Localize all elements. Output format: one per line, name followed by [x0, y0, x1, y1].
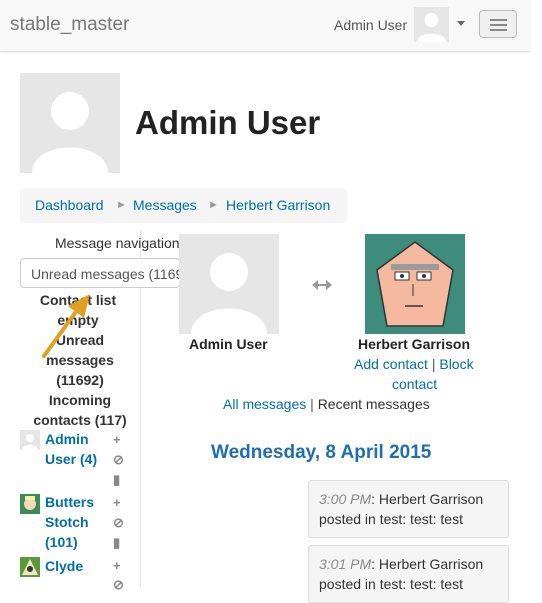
chevron-down-icon[interactable]	[457, 21, 465, 26]
default-user-icon	[179, 234, 279, 334]
hamburger-menu-button[interactable]	[479, 10, 517, 38]
message-icon[interactable]: ▮	[113, 472, 120, 488]
right-user-name: Herbert Garrison	[358, 336, 471, 352]
default-user-icon	[414, 7, 449, 42]
contact-butters-stotch[interactable]: Butters Stotch (101)	[45, 492, 105, 552]
block-contact-link-part1[interactable]: Block	[439, 356, 473, 372]
incoming-contacts-label: Incoming contacts (117)	[33, 392, 127, 428]
left-user-avatar	[179, 234, 279, 334]
contact-avatar	[20, 430, 40, 450]
select-value: Unread messages (11692)	[31, 266, 180, 282]
hamburger-bar	[490, 29, 507, 31]
herbert-garrison-avatar	[365, 234, 465, 334]
message-time: 3:01 PM	[319, 556, 372, 572]
site-name-link[interactable]: stable_master	[10, 14, 129, 36]
message-navigation-label: Message navigation	[55, 235, 180, 251]
add-contact-icon[interactable]: +	[113, 432, 121, 447]
block-icon[interactable]: ⊘	[113, 577, 124, 593]
all-messages-link[interactable]: All messages	[223, 396, 306, 412]
breadcrumb-separator-icon: ►	[208, 199, 219, 211]
breadcrumb-dashboard[interactable]: Dashboard	[35, 197, 104, 213]
herbert-garrison-picture	[365, 234, 465, 334]
breadcrumb-separator-icon: ►	[116, 199, 127, 211]
user-avatar[interactable]	[414, 7, 449, 42]
add-contact-icon[interactable]: +	[113, 558, 121, 573]
block-icon[interactable]: ⊘	[113, 515, 124, 531]
date-heading: Wednesday, 8 April 2015	[211, 442, 432, 463]
block-contact-link-part2[interactable]: contact	[392, 376, 437, 392]
default-user-icon	[20, 73, 120, 173]
breadcrumb: Dashboard ► Messages ► Herbert Garrison	[20, 188, 347, 223]
link-separator: |	[431, 356, 436, 372]
two-way-arrow-icon	[312, 280, 332, 290]
user-menu-name[interactable]: Admin User	[334, 17, 407, 33]
hamburger-bar	[490, 19, 507, 21]
block-icon[interactable]: ⊘	[113, 452, 124, 468]
breadcrumb-herbert-garrison[interactable]: Herbert Garrison	[226, 197, 330, 213]
add-contact-icon[interactable]: +	[113, 495, 121, 510]
hamburger-bar	[490, 24, 507, 26]
message-item: 3:01 PM: Herbert Garrison posted in test…	[308, 545, 509, 603]
page-title: Admin User	[135, 104, 321, 141]
contact-admin-user[interactable]: Admin User (4)	[45, 429, 105, 469]
contact-avatar	[20, 557, 40, 577]
navbar: stable_master Admin User	[0, 0, 530, 52]
left-user-name: Admin User	[189, 336, 268, 352]
add-contact-link[interactable]: Add contact	[354, 356, 428, 372]
message-navigation-select[interactable]: Unread messages (11692)	[20, 258, 180, 288]
message-item: 3:00 PM: Herbert Garrison posted in test…	[308, 480, 509, 538]
message-time: 3:00 PM	[319, 491, 372, 507]
pointer-arrow-icon	[42, 294, 90, 358]
profile-avatar	[20, 73, 120, 173]
breadcrumb-messages[interactable]: Messages	[133, 197, 197, 213]
link-separator: |	[310, 396, 314, 412]
message-icon[interactable]: ▮	[113, 535, 120, 551]
contact-clyde[interactable]: Clyde	[45, 556, 105, 576]
contact-avatar	[20, 494, 40, 514]
recent-messages-label: Recent messages	[317, 396, 430, 412]
